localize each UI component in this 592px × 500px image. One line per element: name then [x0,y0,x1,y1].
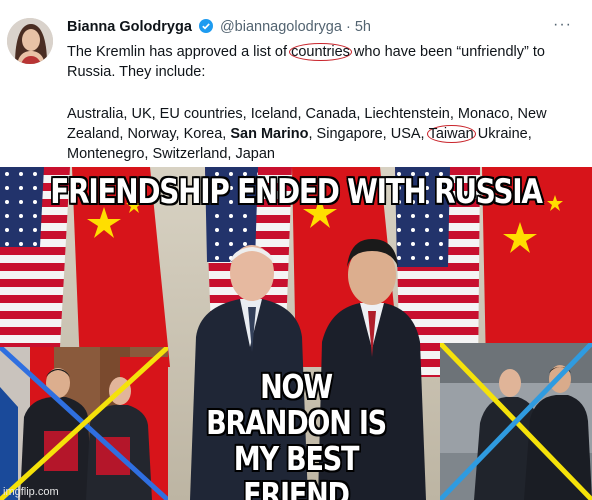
avatar[interactable] [7,18,53,64]
bold-text: San Marino [230,126,309,142]
tweet-text: The Kremlin has approved a list of count… [67,42,582,164]
text-segment: The Kremlin has approved a list of [67,44,292,60]
text-segment: , Singapore, USA, [308,126,429,142]
author-name[interactable]: Bianna Golodryga [67,19,192,35]
tweet-card: Bianna Golodryga @biannagolodryga · 5h ·… [0,0,592,167]
cross-out-x-left [0,347,168,500]
more-horizontal-icon[interactable]: ··· [553,16,572,34]
circled-word: Taiwan [426,125,476,143]
cross-out-x-right [440,343,592,500]
inset-photo-right [440,343,592,500]
circled-word: countries [289,43,352,61]
tweet-paragraph-2: Australia, UK, EU countries, Iceland, Ca… [67,104,582,164]
post-time[interactable]: 5h [355,19,371,35]
watermark: imgflip.com [3,486,59,498]
verified-badge-icon [198,19,213,33]
author-handle[interactable]: @biannagolodryga [220,19,342,35]
inset-photo-left: imgflip.com [0,347,168,500]
tweet-header: Bianna Golodryga @biannagolodryga · 5h [67,19,371,35]
tweet-paragraph-1: The Kremlin has approved a list of count… [67,42,582,82]
top-caption: FRIENDSHIP ENDED WITH RUSSIA [50,172,543,212]
bottom-caption: NOW BRANDON IS MY BEST FRIEND [206,367,387,500]
meme-image: FRIENDSHIP ENDED WITH RUSSIA imgflip.com [0,167,592,500]
separator-dot: · [345,19,351,35]
